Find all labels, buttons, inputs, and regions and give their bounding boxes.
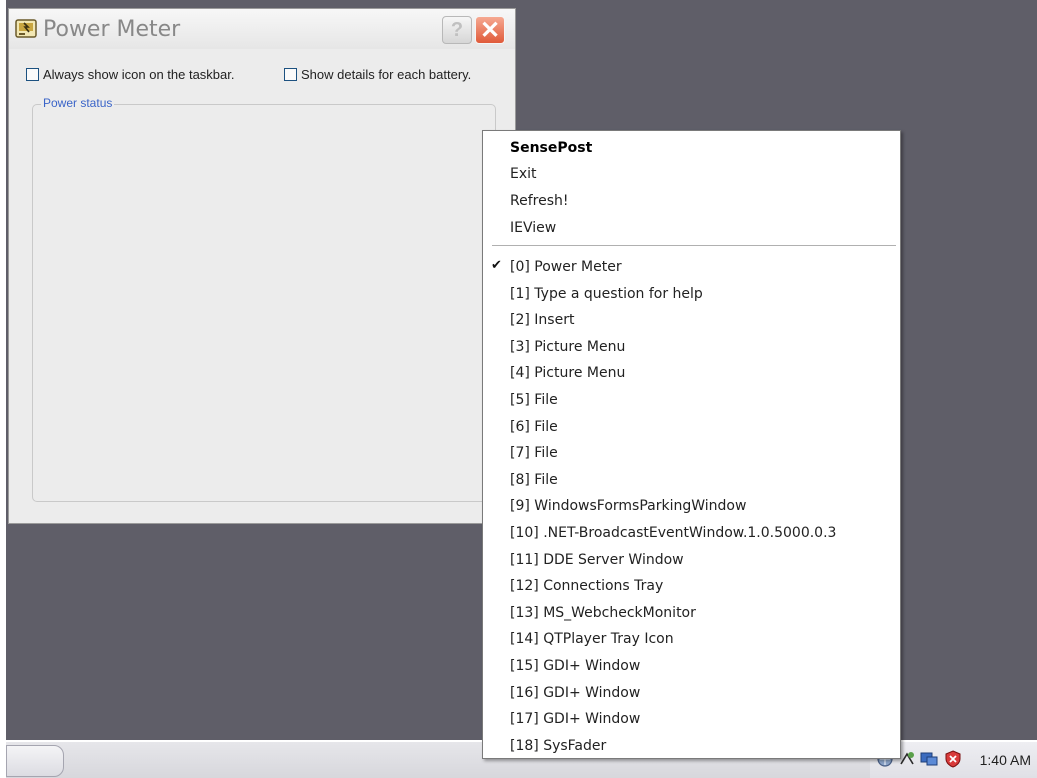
menu-item-window[interactable]: [4] Picture Menu: [510, 364, 625, 382]
show-details-label: Show details for each battery.: [301, 67, 472, 82]
monitor-icon[interactable]: [920, 750, 938, 768]
menu-item-window[interactable]: [2] Insert: [510, 311, 574, 329]
menu-item-ieview[interactable]: IEView: [510, 219, 556, 237]
menu-item-window[interactable]: [13] MS_WebcheckMonitor: [510, 604, 696, 622]
power-status-label: Power status: [41, 96, 115, 110]
power-meter-window: Power Meter ? ✕ Always show icon on the …: [8, 8, 516, 524]
menu-item-window[interactable]: [14] QTPlayer Tray Icon: [510, 630, 674, 648]
menu-item-window[interactable]: [0] Power Meter: [510, 258, 622, 276]
close-icon: ✕: [479, 16, 501, 44]
window-titlebar[interactable]: Power Meter ? ✕: [9, 9, 515, 49]
menu-item-window[interactable]: [10] .NET-BroadcastEventWindow.1.0.5000.…: [510, 524, 836, 542]
menu-item-window[interactable]: [16] GDI+ Window: [510, 684, 640, 702]
power-status-group: Power status: [32, 96, 496, 502]
always-show-icon-label: Always show icon on the taskbar.: [43, 67, 235, 82]
menu-item-window[interactable]: [8] File: [510, 471, 558, 489]
menu-item-window[interactable]: [9] WindowsFormsParkingWindow: [510, 497, 746, 515]
help-button[interactable]: ?: [442, 16, 472, 44]
menu-item-window[interactable]: [3] Picture Menu: [510, 338, 625, 356]
menu-item-window[interactable]: [5] File: [510, 391, 558, 409]
help-icon: ?: [450, 18, 464, 41]
show-details-option[interactable]: Show details for each battery.: [284, 67, 471, 82]
show-details-checkbox[interactable]: [284, 68, 297, 81]
menu-item-window[interactable]: [15] GDI+ Window: [510, 657, 640, 675]
tray-context-menu: SensePost Exit Refresh! IEView ✔ [0] Pow…: [482, 130, 901, 759]
menu-item-window[interactable]: [1] Type a question for help: [510, 285, 703, 303]
always-show-icon-option[interactable]: Always show icon on the taskbar.: [26, 67, 235, 82]
security-shield-icon[interactable]: [944, 750, 962, 768]
close-button[interactable]: ✕: [475, 16, 505, 44]
menu-item-window[interactable]: [12] Connections Tray: [510, 577, 663, 595]
window-title: Power Meter: [43, 17, 181, 42]
menu-item-sensepost[interactable]: SensePost: [510, 139, 592, 157]
start-button[interactable]: [6, 745, 64, 777]
power-meter-app-icon: [15, 19, 37, 38]
checkmark-icon: ✔: [491, 258, 502, 273]
menu-item-window[interactable]: [6] File: [510, 418, 558, 436]
clock[interactable]: 1:40 AM: [980, 752, 1031, 768]
menu-item-window[interactable]: [7] File: [510, 444, 558, 462]
menu-item-window[interactable]: [11] DDE Server Window: [510, 551, 684, 569]
menu-item-exit[interactable]: Exit: [510, 165, 537, 183]
menu-item-refresh[interactable]: Refresh!: [510, 192, 568, 210]
menu-item-window[interactable]: [18] SysFader: [510, 737, 606, 755]
menu-item-window[interactable]: [17] GDI+ Window: [510, 710, 640, 728]
always-show-icon-checkbox[interactable]: [26, 68, 39, 81]
menu-separator: [492, 245, 896, 246]
